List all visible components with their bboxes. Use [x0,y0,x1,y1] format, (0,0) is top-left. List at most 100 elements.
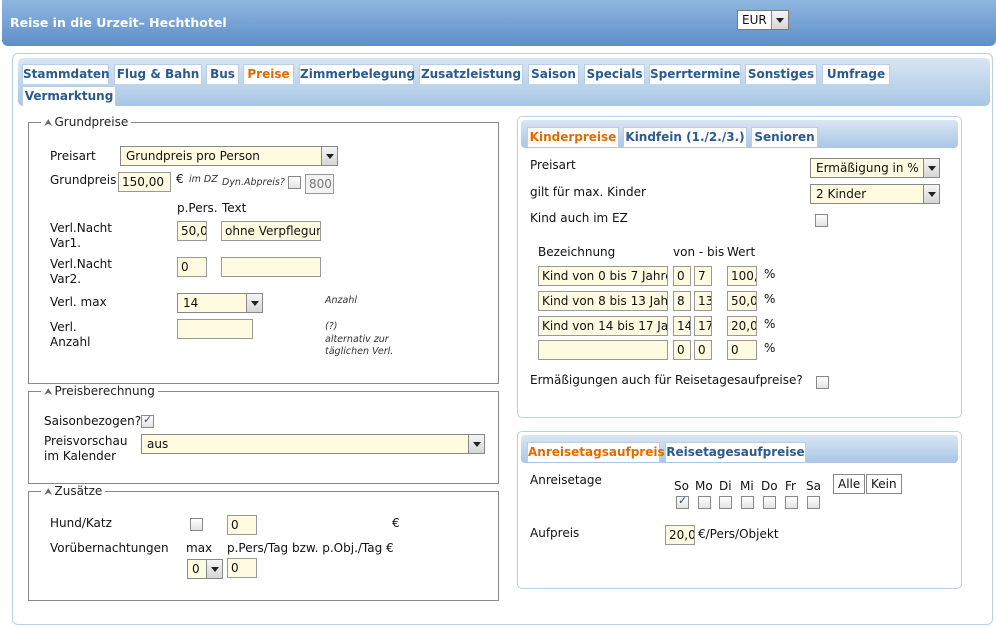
tab-flug-bahn[interactable]: Flug & Bahn [114,64,202,84]
row-bis-input[interactable]: 17 [694,316,712,336]
app-header: Reise in die Urzeit– Hechthotel EUR [2,0,996,46]
verl-max-value: 14 [183,296,199,310]
day-checkbox-mi[interactable] [741,496,754,509]
tab-kindfein[interactable]: Kindfein (1./2./3.) [623,127,747,147]
hund-input[interactable]: 0 [227,515,257,535]
kind-ez-checkbox[interactable] [815,214,828,227]
hund-checkbox[interactable] [190,518,203,531]
max-kinder-label: gilt für max. Kinder [530,185,646,199]
tab-bus[interactable]: Bus [206,64,239,84]
tab-specials[interactable]: Specials [584,64,645,84]
var2-price-input[interactable]: 0 [177,257,207,277]
vor-max-select[interactable]: 0 [187,559,223,579]
zusaetze-legend: Zusätze [54,484,103,498]
day-checkbox-sa[interactable] [807,496,820,509]
chevron-down-icon[interactable] [923,159,939,177]
help-icon[interactable]: (?) [325,321,337,333]
tab-kinderpreise[interactable]: Kinderpreise [527,127,619,147]
chevron-down-icon[interactable] [321,147,337,165]
row-von-input[interactable]: 0 [673,340,691,360]
chevron-down-icon[interactable] [468,435,484,453]
collapse-icon[interactable]: ⮝ [44,118,53,129]
preisart-select[interactable]: Grundpreis pro Person [120,146,338,166]
tab-anreisetagsaufpreis[interactable]: Anreisetagsaufpreis [527,442,665,462]
erm-reisetage-checkbox[interactable] [816,376,829,389]
max-kinder-value: 2 Kinder [816,187,867,201]
grundpreis-label: Grundpreis [50,173,117,187]
anreise-panel: Anreisetagsaufpreis Reisetagesaufpreise … [517,431,962,589]
row-bezeichnung-input[interactable]: Kind von 8 bis 13 Jah [538,291,668,311]
row-von-input[interactable]: 0 [673,266,691,286]
tab-vermarktung[interactable]: Vermarktung [22,86,116,106]
dyn-abpreis-input[interactable]: 800, [305,174,334,194]
row-bezeichnung-input[interactable]: Kind von 0 bis 7 Jahre [538,266,668,286]
tab-preise[interactable]: Preise [243,64,294,84]
tab-stammdaten[interactable]: Stammdaten [22,64,110,84]
anreisetage-label: Anreisetage [530,473,602,487]
row-von-input[interactable]: 8 [673,291,691,311]
col-ppers: p.Pers. [177,201,218,215]
tab-senioren[interactable]: Senioren [751,127,818,147]
verl-anzahl-input[interactable] [177,319,253,339]
row-von-input[interactable]: 14 [673,316,691,336]
day-label-mi: Mi [740,479,754,493]
row-bezeichnung-input[interactable] [538,340,668,360]
row-bis-input[interactable]: 7 [694,266,712,286]
chevron-down-icon[interactable] [246,294,262,312]
chevron-down-icon[interactable] [206,560,222,578]
row-wert-input[interactable]: 0 [727,340,757,360]
anzahl-hint: Anzahl [325,295,357,306]
tab-saison[interactable]: Saison [528,64,579,84]
day-checkbox-mo[interactable] [698,496,711,509]
tab-reisetagesaufpreise[interactable]: Reisetagesaufpreise [665,442,806,462]
tab-umfrage[interactable]: Umfrage [822,64,890,84]
tab-zusatzleistung[interactable]: Zusatzleistung [419,64,523,84]
row-bis-input[interactable]: 13 [694,291,712,311]
row-bezeichnung-input[interactable]: Kind von 14 bis 17 Ja [538,316,668,336]
day-checkbox-fr[interactable] [785,496,798,509]
day-label-mo: Mo [695,479,713,493]
kinder-preisart-select[interactable]: Ermäßigung in % [810,158,940,178]
chevron-down-icon[interactable] [771,11,788,29]
col-von-bis: von - bis [673,245,725,259]
kein-button[interactable]: Kein [866,474,902,494]
var1-label: Verl.Nacht Var1. [50,221,112,250]
tab-sperrtermine[interactable]: Sperrtermine [649,64,741,84]
var2-text-input[interactable] [221,257,321,277]
row-wert-input[interactable]: 20,0 [727,316,757,336]
row-bis-input[interactable]: 0 [694,340,712,360]
day-label-fr: Fr [785,479,796,493]
day-checkbox-do[interactable] [763,496,776,509]
aufpreis-input[interactable]: 20,0 [665,525,695,545]
collapse-icon[interactable]: ⮝ [44,487,53,498]
verl-max-select[interactable]: 14 [177,293,263,313]
kinder-panel: Kinderpreise Kindfein (1./2./3.) Seniore… [517,116,962,418]
collapse-icon[interactable]: ⮝ [44,387,53,398]
preisvorschau-select[interactable]: aus [141,434,485,454]
row-wert-input[interactable]: 100, [727,266,757,286]
day-checkbox-di[interactable] [719,496,732,509]
row-wert-input[interactable]: 50,0 [727,291,757,311]
vorubernachtungen-label: Vorübernachtungen [50,541,169,555]
alle-button[interactable]: Alle [833,474,866,494]
currency-select[interactable]: EUR [737,10,789,30]
day-checkbox-so[interactable] [676,494,689,509]
im-dz-hint: im DZ [189,174,218,185]
alternativ-note: alternativ zur täglichen Verl. [325,334,394,357]
grundpreis-input[interactable]: 150,00 [118,172,171,192]
var1-text-input[interactable]: ohne Verpflegun [221,221,321,241]
var1-price-input[interactable]: 50,0 [177,221,207,241]
tab-sonstiges[interactable]: Sonstiges [745,64,817,84]
chevron-down-icon[interactable] [923,185,939,203]
currency-value: EUR [742,13,767,27]
saisonbezogen-checkbox[interactable] [141,413,154,428]
vor-ppers-input[interactable]: 0 [227,558,257,578]
preisvorschau-value: aus [147,437,169,451]
vor-max-value: 0 [192,562,200,576]
max-kinder-select[interactable]: 2 Kinder [810,184,940,204]
dyn-abpreis-checkbox[interactable] [288,176,301,189]
tab-zimmerbelegung[interactable]: Zimmerbelegung [299,64,415,84]
aufpreis-label: Aufpreis [530,526,580,540]
row-unit: % [764,317,776,331]
day-label-do: Do [761,479,778,493]
